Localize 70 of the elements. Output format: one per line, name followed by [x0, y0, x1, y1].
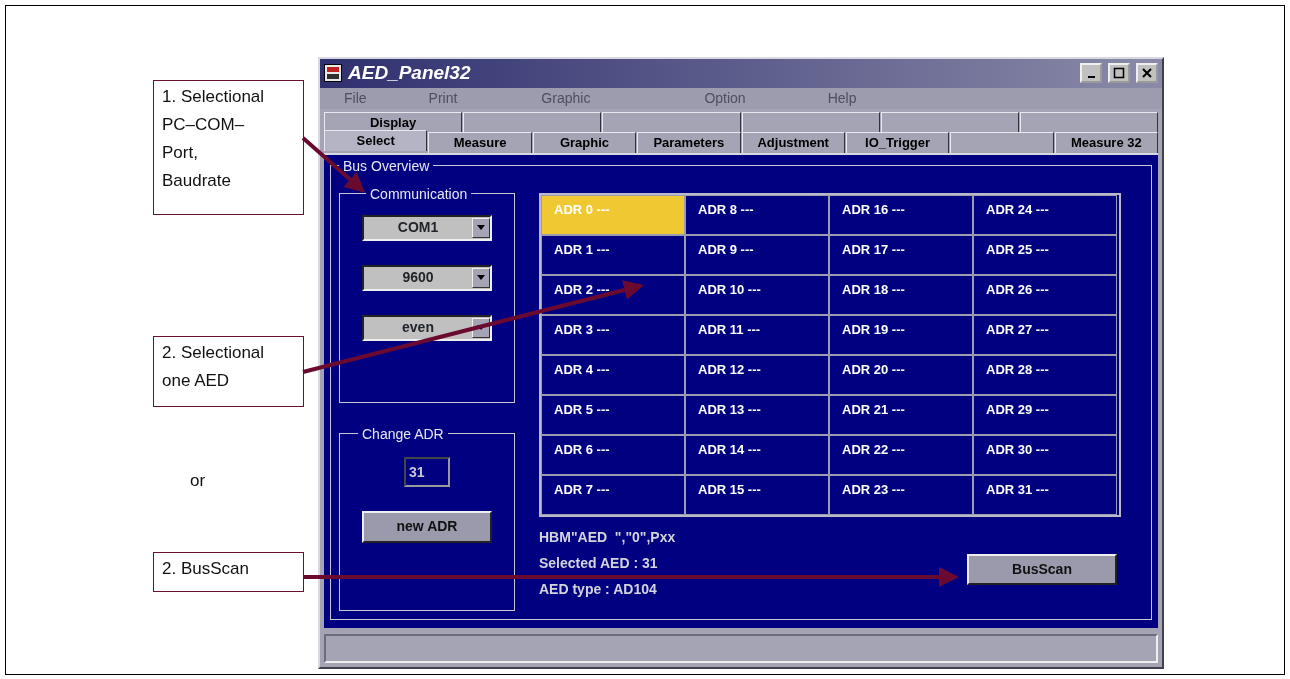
address-cell[interactable]: ADR 12 ---	[685, 355, 829, 395]
maximize-icon	[1113, 67, 1125, 80]
tab[interactable]	[602, 111, 741, 133]
tab[interactable]: Measure	[428, 132, 532, 153]
address-cell[interactable]: ADR 26 ---	[973, 275, 1117, 315]
group-title: Communication	[369, 187, 469, 201]
address-cell[interactable]: ADR 9 ---	[685, 235, 829, 275]
tab[interactable]	[463, 111, 602, 133]
address-cell[interactable]: ADR 22 ---	[829, 435, 973, 475]
tab[interactable]: Graphic	[532, 132, 637, 153]
callout: 2. BusScan	[153, 552, 304, 592]
status-text: AED type : AD104	[539, 580, 658, 599]
address-cell[interactable]: ADR 14 ---	[685, 435, 829, 475]
tab[interactable]: IO_Trigger	[845, 132, 950, 153]
tab[interactable]: Display	[324, 111, 463, 133]
close-button[interactable]	[1136, 63, 1158, 84]
address-cell[interactable]: ADR 21 ---	[829, 395, 973, 435]
address-cell[interactable]: ADR 4 ---	[541, 355, 685, 395]
app-icon	[324, 64, 342, 83]
address-cell[interactable]: ADR 7 ---	[541, 475, 685, 515]
caret-icon	[477, 275, 485, 281]
address-cell[interactable]: ADR 20 ---	[829, 355, 973, 395]
tab[interactable]: Measure 32	[1054, 132, 1158, 153]
address-cell[interactable]: ADR 13 ---	[685, 395, 829, 435]
tab[interactable]	[1019, 111, 1159, 133]
address-cell[interactable]: ADR 31 ---	[973, 475, 1117, 515]
address-cell[interactable]: ADR 16 ---	[829, 195, 973, 235]
address-field[interactable]: 31	[404, 457, 450, 487]
callout-note: or	[190, 470, 206, 492]
address-cell[interactable]: ADR 6 ---	[541, 435, 685, 475]
tab[interactable]: Select	[324, 130, 428, 151]
group-title: Change ADR	[361, 427, 445, 441]
status-text: Selected AED : 31	[539, 554, 659, 573]
callout: 2. Selectional one AED	[153, 336, 304, 407]
address-cell[interactable]: ADR 8 ---	[685, 195, 829, 235]
minimize-button[interactable]	[1080, 63, 1102, 84]
status-text: HBM"AED ","0",Pxx	[539, 528, 676, 547]
address-cell[interactable]: ADR 18 ---	[829, 275, 973, 315]
address-cell[interactable]: ADR 27 ---	[973, 315, 1117, 355]
tab[interactable]	[741, 111, 880, 133]
panel-title: Bus Overview	[342, 159, 431, 173]
address-cell[interactable]: ADR 17 ---	[829, 235, 973, 275]
new-adr-button[interactable]: new ADR	[362, 511, 492, 543]
maximize-button[interactable]	[1108, 63, 1130, 84]
tab[interactable]	[950, 132, 1054, 153]
address-cell[interactable]: ADR 3 ---	[541, 315, 685, 355]
address-cell[interactable]: ADR 30 ---	[973, 435, 1117, 475]
address-cell[interactable]: ADR 10 ---	[685, 275, 829, 315]
minimize-icon	[1087, 76, 1095, 79]
address-cell[interactable]: ADR 5 ---	[541, 395, 685, 435]
caret-icon	[477, 225, 485, 231]
address-cell[interactable]: ADR 1 ---	[541, 235, 685, 275]
close-icon	[1141, 67, 1153, 80]
dropdown[interactable]: COM1	[362, 215, 492, 241]
address-cell[interactable]: ADR 2 ---	[541, 275, 685, 315]
window-title: AED_Panel32	[348, 61, 471, 85]
dropdown[interactable]: 9600	[362, 265, 492, 291]
address-cell[interactable]: ADR 23 ---	[829, 475, 973, 515]
address-cell[interactable]: ADR 11 ---	[685, 315, 829, 355]
tab[interactable]: Adjustment	[741, 132, 845, 153]
busscan-button[interactable]: BusScan	[967, 554, 1117, 585]
tab[interactable]: Parameters	[637, 132, 741, 153]
address-cell[interactable]: ADR 19 ---	[829, 315, 973, 355]
address-cell[interactable]: ADR 28 ---	[973, 355, 1117, 395]
callout: 1. Selectional PC–COM– Port, Baudrate	[153, 80, 304, 215]
address-cell[interactable]: ADR 15 ---	[685, 475, 829, 515]
tab[interactable]	[880, 111, 1019, 133]
address-cell[interactable]: ADR 24 ---	[973, 195, 1117, 235]
address-cell[interactable]: ADR 25 ---	[973, 235, 1117, 275]
address-cell[interactable]: ADR 29 ---	[973, 395, 1117, 435]
